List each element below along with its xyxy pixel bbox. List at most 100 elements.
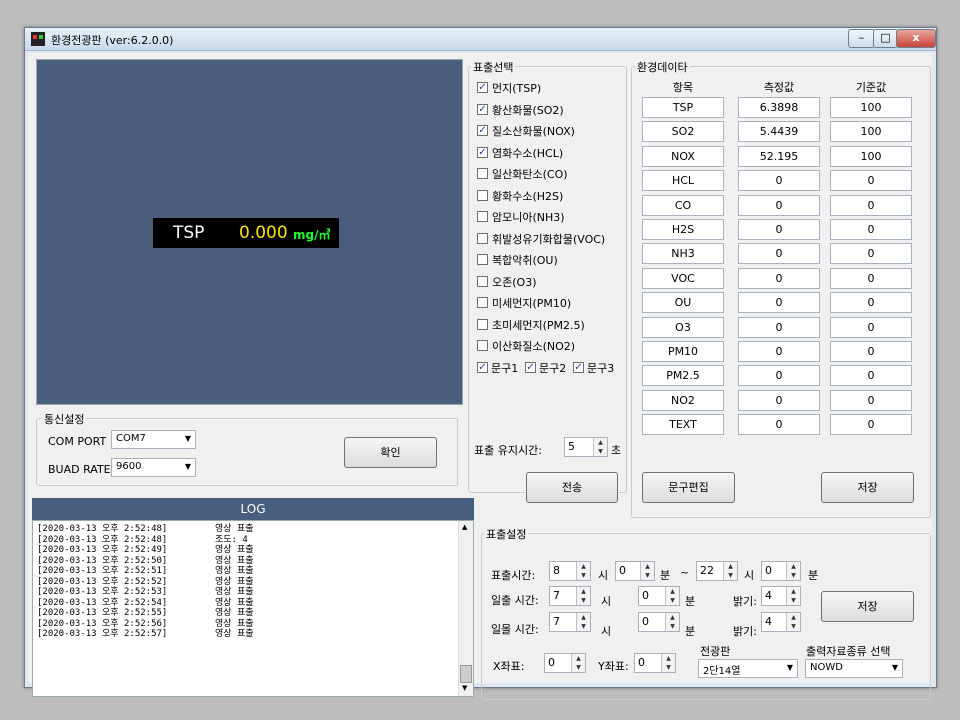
env-standard-field[interactable]: 0 xyxy=(830,316,912,338)
spin-down-icon[interactable]: ▼ xyxy=(594,447,607,456)
checkbox-9[interactable] xyxy=(477,275,488,287)
env-measured-field[interactable]: 0 xyxy=(738,194,820,216)
env-measured-field[interactable]: 0 xyxy=(738,341,820,362)
env-item-field[interactable]: CO xyxy=(642,194,724,216)
checkbox-4[interactable] xyxy=(477,168,488,179)
spin-up-icon[interactable]: ▲ xyxy=(577,587,590,596)
output-type-select[interactable]: NOWD ▼ xyxy=(805,659,903,678)
env-measured-field[interactable]: 0 xyxy=(738,414,820,436)
env-item-field[interactable]: SO2 xyxy=(642,121,724,143)
env-standard-field[interactable]: 0 xyxy=(830,170,912,192)
env-measured-field[interactable]: 0 xyxy=(738,267,820,289)
sunrise-brightness-spinner[interactable]: 4 ▲ ▼ xyxy=(761,586,801,606)
spin-down-icon[interactable]: ▼ xyxy=(577,596,590,605)
spin-down-icon[interactable]: ▼ xyxy=(577,622,590,631)
env-measured-field[interactable]: 0 xyxy=(738,389,820,411)
start-min-spinner[interactable]: 0 ▲ ▼ xyxy=(615,561,655,581)
board-select[interactable]: 2단14열 ▼ xyxy=(698,659,798,678)
y-coord-spinner[interactable]: 0 ▲ ▼ xyxy=(634,653,676,673)
env-item-field[interactable]: TSP xyxy=(642,97,724,118)
env-item-field[interactable]: NH3 xyxy=(642,243,724,265)
env-item-field[interactable]: NOX xyxy=(642,145,724,167)
close-button[interactable]: x xyxy=(896,29,936,48)
settings-save-button[interactable]: 저장 xyxy=(821,591,914,622)
env-standard-field[interactable]: 100 xyxy=(830,121,912,143)
env-measured-field[interactable]: 0 xyxy=(738,365,820,387)
phrase-checkbox-2[interactable]: ✓ xyxy=(525,362,536,373)
spin-down-icon[interactable]: ▼ xyxy=(724,571,737,580)
spin-up-icon[interactable]: ▲ xyxy=(787,562,800,571)
sunrise-min-spinner[interactable]: 0 ▲ ▼ xyxy=(638,586,680,606)
env-standard-field[interactable]: 0 xyxy=(830,243,912,265)
title-bar[interactable]: 환경전광판 (ver:6.2.0.0) – □ x xyxy=(25,28,936,51)
spin-down-icon[interactable]: ▼ xyxy=(641,571,654,580)
spin-down-icon[interactable]: ▼ xyxy=(787,571,800,580)
com-port-select[interactable]: COM7 ▼ xyxy=(111,430,196,449)
edit-phrase-button[interactable]: 문구편집 xyxy=(642,472,735,503)
spin-down-icon[interactable]: ▼ xyxy=(787,596,800,605)
env-measured-field[interactable]: 0 xyxy=(738,170,820,192)
phrase-checkbox-1[interactable]: ✓ xyxy=(477,362,488,373)
spin-up-icon[interactable]: ▲ xyxy=(594,438,607,447)
env-save-button[interactable]: 저장 xyxy=(821,472,914,503)
env-standard-field[interactable]: 0 xyxy=(830,341,912,362)
env-measured-field[interactable]: 5.4439 xyxy=(738,121,820,143)
env-item-field[interactable]: VOC xyxy=(642,267,724,289)
spin-down-icon[interactable]: ▼ xyxy=(662,663,675,672)
env-item-field[interactable]: NO2 xyxy=(642,389,724,411)
checkbox-6[interactable] xyxy=(477,211,488,222)
env-standard-field[interactable]: 100 xyxy=(830,97,912,118)
confirm-button[interactable]: 확인 xyxy=(344,437,437,468)
checkbox-8[interactable] xyxy=(477,254,488,265)
env-measured-field[interactable]: 0 xyxy=(738,316,820,338)
spin-up-icon[interactable]: ▲ xyxy=(572,654,585,663)
log-panel[interactable]: [2020-03-13 오후 2:52:48] 영상 표출 [2020-03-13 … xyxy=(32,520,474,697)
spin-up-icon[interactable]: ▲ xyxy=(577,562,590,571)
env-standard-field[interactable]: 0 xyxy=(830,292,912,314)
sunset-brightness-spinner[interactable]: 4 ▲ ▼ xyxy=(761,612,801,632)
checkbox-7[interactable] xyxy=(477,232,488,244)
end-min-spinner[interactable]: 0 ▲ ▼ xyxy=(761,561,801,581)
sunset-hour-spinner[interactable]: 7 ▲ ▼ xyxy=(549,612,591,632)
checkbox-3[interactable]: ✓ xyxy=(477,146,488,158)
hold-time-spinner[interactable]: 5 ▲ ▼ xyxy=(564,437,608,457)
checkbox-2[interactable]: ✓ xyxy=(477,125,488,136)
log-scrollbar[interactable]: ▲ ▼ xyxy=(458,521,473,696)
checkbox-5[interactable] xyxy=(477,189,488,201)
env-item-field[interactable]: OU xyxy=(642,292,724,314)
env-item-field[interactable]: TEXT xyxy=(642,414,724,436)
env-measured-field[interactable]: 6.3898 xyxy=(738,97,820,118)
env-standard-field[interactable]: 0 xyxy=(830,219,912,240)
env-item-field[interactable]: PM2.5 xyxy=(642,365,724,387)
spin-down-icon[interactable]: ▼ xyxy=(666,596,679,605)
env-item-field[interactable]: O3 xyxy=(642,316,724,338)
spin-up-icon[interactable]: ▲ xyxy=(641,562,654,571)
send-button[interactable]: 전송 xyxy=(526,472,618,503)
sunset-min-spinner[interactable]: 0 ▲ ▼ xyxy=(638,612,680,632)
minimize-button[interactable]: – xyxy=(848,29,875,48)
spin-up-icon[interactable]: ▲ xyxy=(666,613,679,622)
env-standard-field[interactable]: 0 xyxy=(830,414,912,436)
spin-up-icon[interactable]: ▲ xyxy=(787,587,800,596)
baud-rate-select[interactable]: 9600 ▼ xyxy=(111,458,196,477)
end-hour-spinner[interactable]: 22 ▲ ▼ xyxy=(696,561,738,581)
env-measured-field[interactable]: 0 xyxy=(738,219,820,240)
env-standard-field[interactable]: 0 xyxy=(830,389,912,411)
start-hour-spinner[interactable]: 8 ▲ ▼ xyxy=(549,561,591,581)
phrase-checkbox-3[interactable]: ✓ xyxy=(573,362,584,373)
env-item-field[interactable]: PM10 xyxy=(642,341,724,362)
env-measured-field[interactable]: 0 xyxy=(738,243,820,265)
spin-down-icon[interactable]: ▼ xyxy=(572,663,585,672)
checkbox-11[interactable] xyxy=(477,318,488,330)
scroll-down-icon[interactable]: ▼ xyxy=(462,684,467,692)
checkbox-1[interactable]: ✓ xyxy=(477,103,488,115)
env-measured-field[interactable]: 0 xyxy=(738,292,820,314)
sunrise-hour-spinner[interactable]: 7 ▲ ▼ xyxy=(549,586,591,606)
x-coord-spinner[interactable]: 0 ▲ ▼ xyxy=(544,653,586,673)
env-standard-field[interactable]: 0 xyxy=(830,365,912,387)
checkbox-0[interactable]: ✓ xyxy=(477,82,488,93)
spin-up-icon[interactable]: ▲ xyxy=(666,587,679,596)
spin-down-icon[interactable]: ▼ xyxy=(787,622,800,631)
env-standard-field[interactable]: 100 xyxy=(830,145,912,167)
spin-up-icon[interactable]: ▲ xyxy=(577,613,590,622)
